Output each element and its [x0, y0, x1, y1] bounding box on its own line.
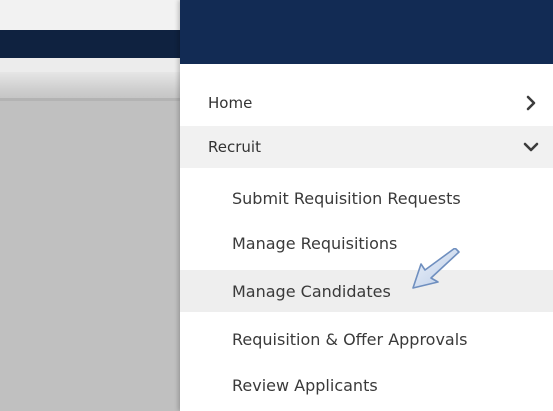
submenu-item-label: Requisition & Offer Approvals [232, 329, 468, 349]
submenu-item-submit-requisition-requests[interactable]: Submit Requisition Requests [180, 177, 553, 219]
menu-item-label: Home [208, 94, 253, 112]
submenu-item-manage-candidates[interactable]: Manage Candidates [180, 270, 553, 312]
submenu-item-requisition-offer-approvals[interactable]: Requisition & Offer Approvals [180, 318, 553, 360]
background-top-area [0, 0, 180, 30]
arrow-pointer-icon [412, 248, 460, 289]
chevron-down-icon [523, 142, 539, 152]
menu-item-label: Recruit [208, 138, 261, 156]
submenu-item-label: Manage Candidates [232, 281, 391, 301]
background-shaded-bar [0, 72, 180, 100]
menu-item-home[interactable]: Home [180, 82, 553, 124]
submenu-item-label: Manage Requisitions [232, 233, 398, 253]
menu-item-recruit[interactable]: Recruit [180, 126, 553, 168]
background-subbar [0, 58, 180, 72]
submenu-item-review-applicants[interactable]: Review Applicants [180, 364, 553, 406]
submenu-item-label: Submit Requisition Requests [232, 188, 461, 208]
submenu-item-label: Review Applicants [232, 375, 378, 395]
side-menu-panel: Home Recruit Submit Requisition Requests… [180, 0, 553, 411]
background-nav-bar [0, 30, 180, 58]
menu-header [180, 0, 553, 64]
chevron-right-icon [526, 95, 536, 111]
submenu-item-manage-requisitions[interactable]: Manage Requisitions [180, 222, 553, 264]
background-divider [0, 98, 180, 101]
